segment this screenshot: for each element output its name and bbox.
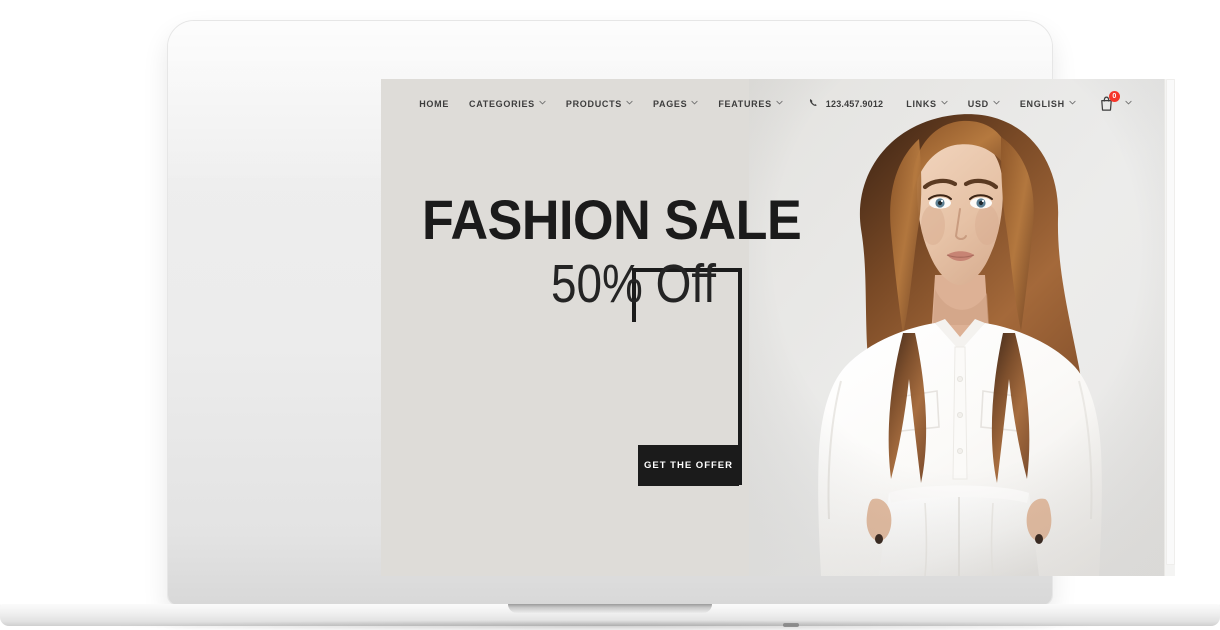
chevron-down-icon xyxy=(1069,99,1076,106)
chevron-down-icon xyxy=(1125,99,1132,106)
shopping-bag-icon: 0 xyxy=(1098,91,1120,112)
nav-item-label: PAGES xyxy=(653,98,688,109)
cart-button[interactable]: 0 xyxy=(1086,91,1136,112)
laptop-floor-shadow xyxy=(120,620,1100,630)
nav-item-label: HOME xyxy=(419,98,450,109)
phone-number-label: 123.457.9012 xyxy=(825,98,884,109)
nav-item-pages[interactable]: PAGES xyxy=(643,99,708,109)
screenshot-stage: FASHION SALE 50% Off GET THE OFFER HOME … xyxy=(0,0,1220,630)
nav-item-label: CATEGORIES xyxy=(469,98,535,109)
nav-item-home[interactable]: HOME xyxy=(409,99,459,109)
phone-icon xyxy=(809,98,818,109)
chevron-down-icon xyxy=(941,99,948,106)
nav-item-label: ENGLISH xyxy=(1019,98,1065,109)
chevron-down-icon xyxy=(539,99,546,106)
hero-section: FASHION SALE 50% Off GET THE OFFER xyxy=(381,79,1164,576)
get-the-offer-button[interactable]: GET THE OFFER xyxy=(638,445,739,486)
hero-subheadline: 50% Off xyxy=(551,254,717,314)
language-selector-english[interactable]: ENGLISH xyxy=(1010,99,1086,109)
nav-item-categories[interactable]: CATEGORIES xyxy=(459,99,556,109)
nav-item-label: FEATURES xyxy=(718,98,772,109)
chevron-down-icon xyxy=(626,99,633,106)
laptop-base-notch xyxy=(508,604,712,613)
laptop-screen: FASHION SALE 50% Off GET THE OFFER HOME … xyxy=(381,79,1175,576)
nav-item-label: USD xyxy=(967,98,989,109)
scrollbar-thumb[interactable] xyxy=(1166,79,1175,565)
site-header-nav: HOME CATEGORIES PRODUCTS PAGES FEATURES … xyxy=(381,79,1164,124)
chevron-down-icon xyxy=(776,99,783,106)
vertical-scrollbar[interactable] xyxy=(1164,79,1175,576)
currency-selector-usd[interactable]: USD xyxy=(958,99,1010,109)
nav-phone-number[interactable]: 123.457.9012 xyxy=(793,98,896,109)
cart-count-badge: 0 xyxy=(1108,91,1120,102)
chevron-down-icon xyxy=(993,99,1000,106)
nav-item-links[interactable]: LINKS xyxy=(896,99,958,109)
nav-item-features[interactable]: FEATURES xyxy=(708,99,792,109)
nav-item-label: PRODUCTS xyxy=(565,98,622,109)
chevron-down-icon xyxy=(691,99,698,106)
nav-item-label: LINKS xyxy=(906,98,937,109)
laptop-lid: FASHION SALE 50% Off GET THE OFFER HOME … xyxy=(168,21,1175,605)
hero-headline: FASHION SALE xyxy=(422,188,802,251)
hero-model-image xyxy=(749,79,1164,576)
nav-items-container: HOME CATEGORIES PRODUCTS PAGES FEATURES … xyxy=(409,91,1136,112)
nav-item-products[interactable]: PRODUCTS xyxy=(556,99,643,109)
